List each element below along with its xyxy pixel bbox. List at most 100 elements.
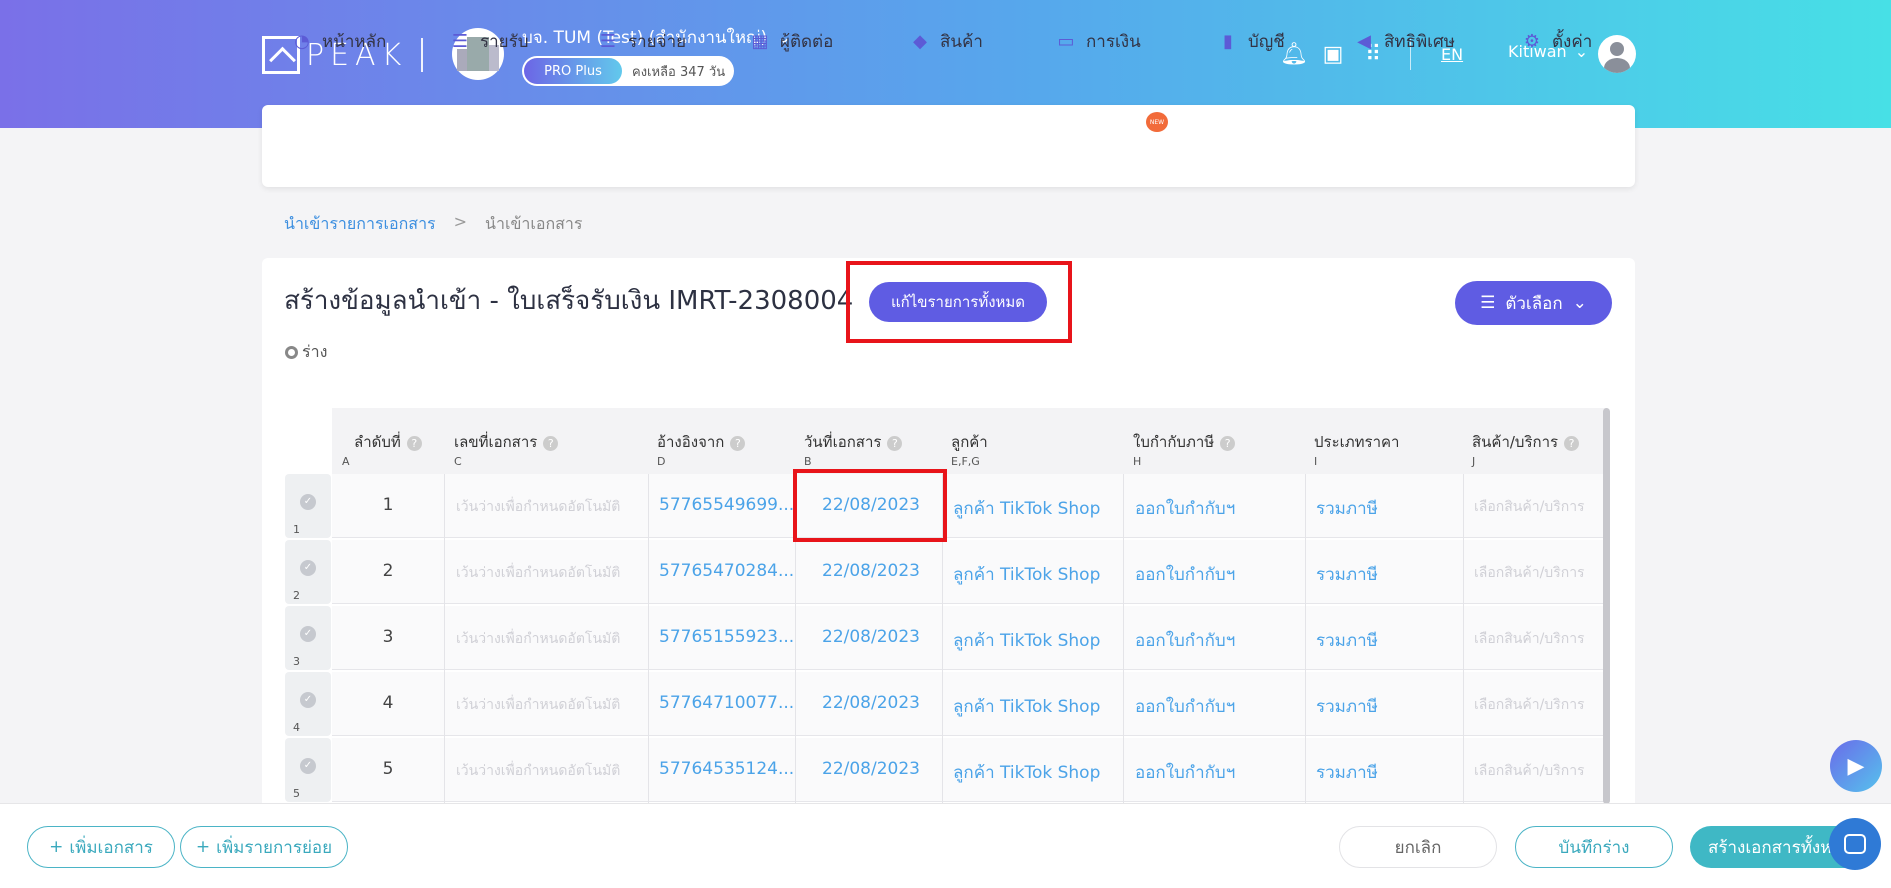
customer-cell[interactable]: ลูกค้า TikTok Shop	[953, 495, 1100, 522]
seq-cell: 2	[382, 561, 394, 581]
row-number: 5	[293, 787, 300, 800]
price-type-cell[interactable]: รวมภาษี	[1316, 561, 1378, 588]
ref-cell[interactable]: 57765155923...	[659, 627, 794, 647]
doc-no-input[interactable]: เว้นว่างเพื่อกำหนดอัตโนมัติ	[456, 628, 620, 650]
button-label: เพิ่มรายการย่อย	[216, 837, 333, 858]
tax-invoice-cell[interactable]: ออกใบกำกับฯ	[1135, 693, 1235, 720]
row-handle[interactable]: ✓ 4	[285, 672, 331, 736]
dashboard-icon: ◔	[294, 31, 310, 52]
product-select[interactable]: เลือกสินค้า/บริการ	[1474, 562, 1585, 584]
date-cell[interactable]: 22/08/2023	[822, 561, 920, 581]
doc-no-input[interactable]: เว้นว่างเพื่อกำหนดอัตโนมัติ	[456, 562, 620, 584]
breadcrumb-parent-link[interactable]: นำเข้ารายการเอกสาร	[284, 212, 436, 237]
col-ref: อ้างอิงจาก?	[657, 430, 746, 454]
help-icon[interactable]: ?	[1564, 436, 1580, 451]
check-icon: ✓	[300, 692, 316, 708]
highlight-box	[846, 261, 1072, 343]
nav-label: รายจ่าย	[628, 32, 687, 52]
nav-label: บัญชี	[1248, 32, 1285, 52]
chat-icon[interactable]	[1829, 818, 1881, 870]
ref-cell[interactable]: 57764535124...	[659, 759, 794, 779]
nav-accounting[interactable]: ▮ บัญชี	[1218, 28, 1285, 55]
col-doc-no: เลขที่เอกสาร?	[454, 430, 559, 454]
save-draft-button[interactable]: บันทึกร่าง	[1515, 826, 1673, 868]
user-avatar[interactable]	[1598, 35, 1636, 73]
breadcrumb-current: นำเข้าเอกสาร	[485, 214, 583, 233]
doc-no-input[interactable]: เว้นว่างเพื่อกำหนดอัตโนมัติ	[456, 496, 620, 518]
price-type-cell[interactable]: รวมภาษี	[1316, 759, 1378, 786]
help-icon[interactable]: ?	[406, 436, 422, 451]
check-icon: ✓	[300, 758, 316, 774]
nav-label: สินค้า	[940, 32, 983, 52]
price-type-cell[interactable]: รวมภาษี	[1316, 693, 1378, 720]
price-type-cell[interactable]: รวมภาษี	[1316, 627, 1378, 654]
customer-cell[interactable]: ลูกค้า TikTok Shop	[953, 627, 1100, 654]
add-sub-item-button[interactable]: + เพิ่มรายการย่อย	[180, 826, 348, 868]
customer-cell[interactable]: ลูกค้า TikTok Shop	[953, 561, 1100, 588]
ref-cell[interactable]: 57764710077...	[659, 693, 794, 713]
options-button[interactable]: ☰ ตัวเลือก ⌄	[1455, 281, 1612, 325]
nav-products[interactable]: ◆ สินค้า	[910, 28, 983, 55]
product-select[interactable]: เลือกสินค้า/บริการ	[1474, 760, 1585, 782]
play-icon[interactable]: ▶	[1830, 740, 1882, 792]
nav-label: สิทธิพิเศษ	[1384, 32, 1455, 52]
highlight-box	[793, 469, 947, 542]
tax-invoice-cell[interactable]: ออกใบกำกับฯ	[1135, 495, 1235, 522]
doc-no-input[interactable]: เว้นว่างเพื่อกำหนดอัตโนมัติ	[456, 694, 620, 716]
customer-cell[interactable]: ลูกค้า TikTok Shop	[953, 693, 1100, 720]
help-icon[interactable]: ?	[543, 436, 559, 451]
nav-label: ผู้ติดต่อ	[780, 32, 834, 52]
row-number: 2	[293, 589, 300, 602]
product-select[interactable]: เลือกสินค้า/บริการ	[1474, 694, 1585, 716]
help-icon[interactable]: ?	[730, 436, 746, 451]
cancel-button[interactable]: ยกเลิก	[1339, 826, 1497, 868]
col-letter: E,F,G	[951, 455, 980, 468]
tax-invoice-cell[interactable]: ออกใบกำกับฯ	[1135, 759, 1235, 786]
row-number: 4	[293, 721, 300, 734]
ref-cell[interactable]: 57765549699...	[659, 495, 794, 515]
col-letter: I	[1314, 455, 1318, 468]
table-scrollbar[interactable]	[1603, 408, 1610, 804]
breadcrumb: นำเข้ารายการเอกสาร > นำเข้าเอกสาร	[284, 212, 582, 237]
nav-label: การเงิน	[1086, 32, 1141, 52]
row-handle[interactable]: ✓ 3	[285, 606, 331, 670]
nav-finance[interactable]: ▭ การเงิน	[1056, 28, 1141, 55]
seq-cell: 5	[382, 759, 394, 779]
date-cell[interactable]: 22/08/2023	[822, 759, 920, 779]
help-icon[interactable]: ?	[887, 436, 903, 451]
row-number: 1	[293, 523, 300, 536]
plan-indicator: PRO Plus คงเหลือ 347 วัน	[522, 56, 734, 86]
price-type-cell[interactable]: รวมภาษี	[1316, 495, 1378, 522]
status-text: ร่าง	[302, 342, 328, 361]
nav-settings[interactable]: ⚙ ตั้งค่า	[1522, 28, 1592, 55]
nav-income[interactable]: ☰ รายรับ	[450, 28, 529, 55]
date-cell[interactable]: 22/08/2023	[822, 627, 920, 647]
nav-dashboard[interactable]: ◔ หน้าหลัก	[292, 28, 386, 55]
col-letter: J	[1472, 455, 1476, 468]
seq-cell: 1	[382, 495, 394, 515]
nav-expense[interactable]: ☰ รายจ่าย	[598, 28, 686, 55]
doc-no-input[interactable]: เว้นว่างเพื่อกำหนดอัตโนมัติ	[456, 760, 620, 782]
nav-privileges[interactable]: ◀ สิทธิพิเศษ	[1354, 28, 1455, 55]
tax-invoice-cell[interactable]: ออกใบกำกับฯ	[1135, 627, 1235, 654]
ref-cell[interactable]: 57765470284...	[659, 561, 794, 581]
product-select[interactable]: เลือกสินค้า/บริการ	[1474, 496, 1585, 518]
row-handle[interactable]: ✓ 5	[285, 738, 331, 802]
row-handle[interactable]: ✓ 2	[285, 540, 331, 604]
button-label: บันทึกร่าง	[1558, 837, 1630, 858]
tax-invoice-cell[interactable]: ออกใบกำกับฯ	[1135, 561, 1235, 588]
col-letter: D	[657, 455, 666, 468]
col-tax-invoice: ใบกำกับภาษี?	[1133, 430, 1236, 454]
product-select[interactable]: เลือกสินค้า/บริการ	[1474, 628, 1585, 650]
col-letter: C	[454, 455, 462, 468]
book-icon[interactable]: ▣	[1320, 42, 1346, 67]
add-document-button[interactable]: + เพิ่มเอกสาร	[27, 826, 175, 868]
gear-icon: ⚙	[1523, 31, 1541, 52]
button-label: ยกเลิก	[1394, 837, 1442, 858]
box-icon: ◆	[913, 31, 927, 52]
customer-cell[interactable]: ลูกค้า TikTok Shop	[953, 759, 1100, 786]
nav-contacts[interactable]: ▦ ผู้ติดต่อ	[750, 28, 833, 55]
row-handle[interactable]: ✓ 1	[285, 474, 331, 538]
date-cell[interactable]: 22/08/2023	[822, 693, 920, 713]
help-icon[interactable]: ?	[1220, 436, 1236, 451]
